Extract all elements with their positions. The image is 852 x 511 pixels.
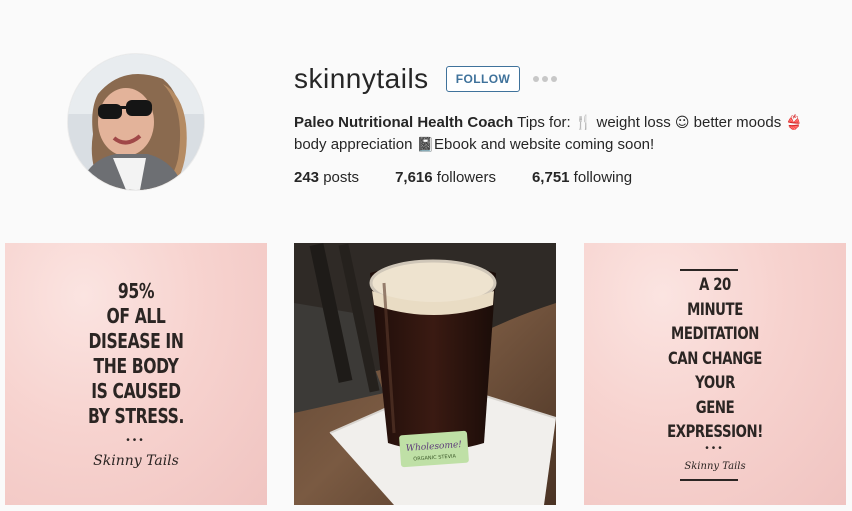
post-tile-2[interactable]: Wholesome! ORGANIC STEVIA (294, 243, 556, 505)
post-3-bullets: ••• (705, 443, 725, 454)
followers-count: 7,616 (395, 169, 433, 186)
posts-label: posts (319, 169, 360, 186)
profile-username: skinnytails (294, 63, 429, 94)
top-rule (680, 269, 738, 271)
post-1-line: BY STRESS. (87, 404, 185, 428)
post-1-signature: Skinny Tails (93, 453, 179, 469)
bikini-icon: 👙 (785, 115, 803, 131)
bio-text-3: better moods (689, 114, 786, 131)
posts-count: 243 (294, 169, 320, 186)
profile-stats: 243 posts 7,616 followers 6,751 followin… (294, 168, 668, 188)
bio-text-4: body appreciation (294, 136, 417, 153)
post-1-line: 95% (117, 279, 155, 303)
bio-text-5: Ebook and website coming soon! (434, 136, 655, 153)
follow-button[interactable]: FOLLOW (446, 66, 520, 92)
followers-label: followers (432, 169, 496, 186)
post-tile-3[interactable]: A 20 MINUTE MEDITATION CAN CHANGE YOUR G… (584, 243, 846, 505)
fork-knife-icon: 🍴 (574, 115, 593, 131)
smile-icon: ☺ (674, 115, 690, 131)
post-3-line: A 20 (699, 275, 731, 295)
post-1-quote: 95% OF ALL DISEASE IN THE BODY IS CAUSED… (34, 279, 238, 429)
post-3-line: GENE (695, 397, 735, 418)
post-tile-1[interactable]: 95% OF ALL DISEASE IN THE BODY IS CAUSED… (5, 243, 267, 505)
book-icon: 📓 (416, 137, 435, 153)
post-1-line: OF ALL (106, 304, 166, 328)
bottom-rule (680, 479, 738, 481)
post-1-line: DISEASE IN (88, 329, 184, 353)
post-3-quote: A 20 MINUTE MEDITATION CAN CHANGE YOUR G… (613, 273, 817, 445)
following-label: following (569, 169, 633, 186)
followers-stat[interactable]: 7,616 followers (395, 168, 496, 188)
bio-text-2: weight loss (592, 114, 675, 131)
beer-photo: Wholesome! ORGANIC STEVIA (294, 243, 556, 505)
profile-avatar (68, 54, 204, 190)
post-1-bullets: ••• (126, 435, 146, 446)
post-1-line: THE BODY (93, 354, 179, 378)
profile-bio: Paleo Nutritional Health Coach Tips for:… (294, 112, 839, 156)
post-3-line: YOUR (695, 373, 735, 393)
post-3-line: EXPRESSION! (667, 422, 763, 442)
post-3-line: MINUTE (687, 299, 743, 320)
post-1-line: IS CAUSED (91, 379, 181, 403)
post-3-line: MEDITATION (671, 324, 759, 344)
posts-stat: 243 posts (294, 168, 359, 188)
bio-text-1: Tips for: (513, 114, 575, 131)
more-options-icon[interactable] (533, 74, 557, 84)
following-stat[interactable]: 6,751 following (532, 168, 632, 188)
following-count: 6,751 (531, 169, 570, 186)
bio-name: Paleo Nutritional Health Coach (294, 114, 514, 131)
post-3-signature: Skinny Tails (684, 461, 746, 472)
post-3-line: CAN CHANGE (668, 348, 762, 369)
